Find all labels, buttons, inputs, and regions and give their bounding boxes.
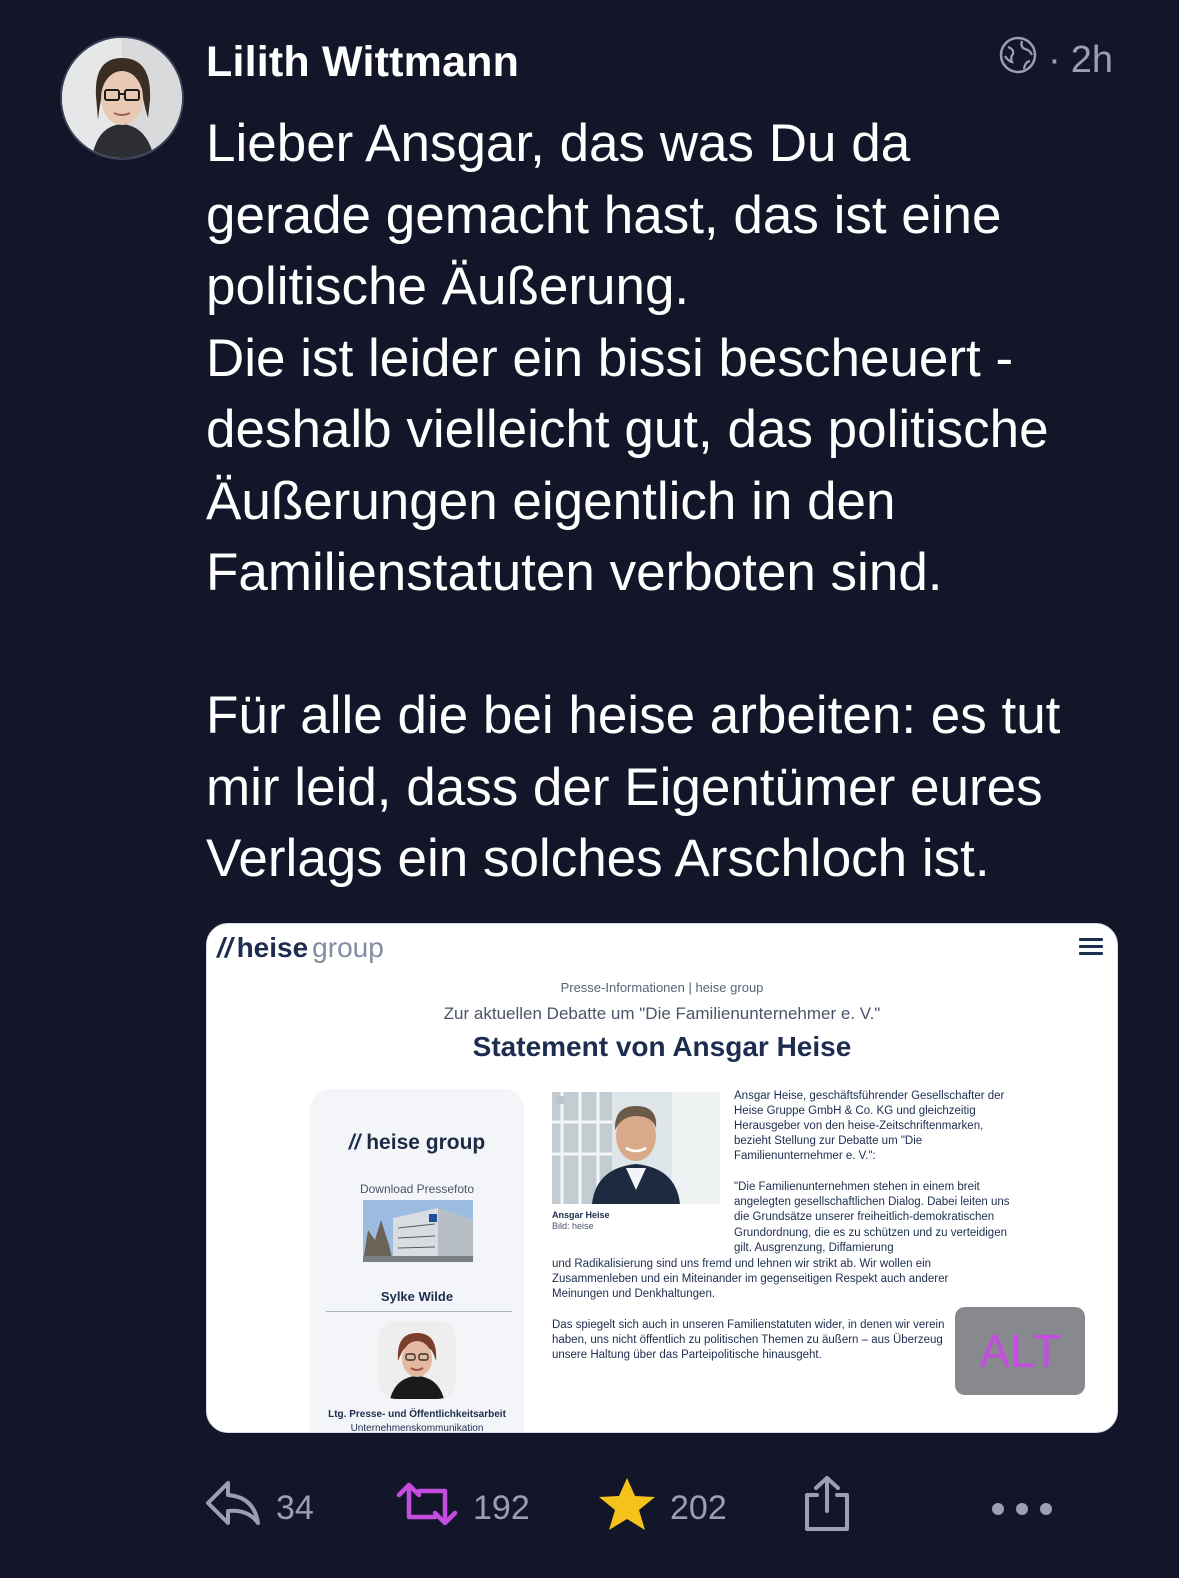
favourite-button[interactable]: 202	[598, 1476, 727, 1541]
share-icon	[803, 1475, 851, 1542]
photo-caption-name: Ansgar Heise	[552, 1210, 610, 1220]
debate-subtitle: Zur aktuellen Debatte um "Die Familienun…	[443, 1004, 881, 1023]
download-photo-label: Download Pressefoto	[359, 1182, 475, 1196]
avatar-image	[62, 38, 182, 158]
contact-role: Ltg. Presse- und Öffentlichkeitsarbeit	[328, 1409, 506, 1420]
alt-text-badge[interactable]: ALT	[955, 1307, 1085, 1395]
statement-paragraph-2: Das spiegelt sich auch in unseren Famili…	[552, 1319, 945, 1362]
statement-quote-part1: "Die Familienunternehmen stehen in einem…	[734, 1181, 1010, 1254]
post-time[interactable]: 2h	[1071, 39, 1113, 82]
favourite-count: 202	[670, 1488, 727, 1527]
zoom-icon	[556, 1096, 564, 1104]
sidebar-logo: // heise group	[348, 1131, 486, 1154]
contact-name: Sylke Wilde	[380, 1289, 454, 1304]
more-options-button[interactable]	[990, 1478, 1054, 1538]
boost-count: 192	[473, 1488, 530, 1527]
statement-quote-part2: und Radikalisierung sind uns fremd und l…	[552, 1258, 949, 1301]
post-meta: · 2h	[998, 36, 1113, 84]
contact-unit: Unternehmenskommunikation	[350, 1423, 484, 1433]
ansgar-heise-photo	[552, 1092, 720, 1204]
divider	[326, 1311, 512, 1312]
star-icon	[598, 1476, 656, 1541]
reply-icon	[204, 1479, 262, 1538]
menu-icon	[1079, 938, 1103, 956]
reply-button[interactable]: 34	[204, 1478, 314, 1538]
avatar[interactable]	[60, 36, 184, 160]
author-name[interactable]: Lilith Wittmann	[206, 38, 519, 87]
photo-caption-credit: Bild: heise	[552, 1221, 594, 1231]
reply-count: 34	[276, 1488, 314, 1527]
share-button[interactable]	[803, 1475, 851, 1538]
contact-portrait	[378, 1321, 456, 1399]
statement-headline: Statement von Ansgar Heise	[472, 1031, 852, 1062]
press-contact-sidebar: // heise group Download Pressefoto Sylke…	[310, 1089, 524, 1433]
post-text: Lieber Ansgar, das was Du da gerade gema…	[206, 114, 1061, 888]
press-info-label: Presse-Informationen | heise group	[560, 980, 764, 995]
post-actions: 34 192 202	[0, 1475, 1179, 1541]
boost-icon	[395, 1479, 459, 1538]
heise-slash-icon: //	[217, 932, 233, 963]
statement-intro: Ansgar Heise, geschäftsführender Gesells…	[734, 1090, 1005, 1162]
attachment-image[interactable]: // heise group Presse-Informationen | he…	[206, 923, 1118, 1433]
ellipsis-icon	[990, 1489, 1054, 1528]
meta-separator: ·	[1048, 38, 1061, 81]
globe-icon	[998, 35, 1038, 85]
boost-button[interactable]: 192	[395, 1478, 530, 1538]
building-photo	[363, 1200, 473, 1262]
heise-logo: // heise group	[217, 932, 384, 963]
